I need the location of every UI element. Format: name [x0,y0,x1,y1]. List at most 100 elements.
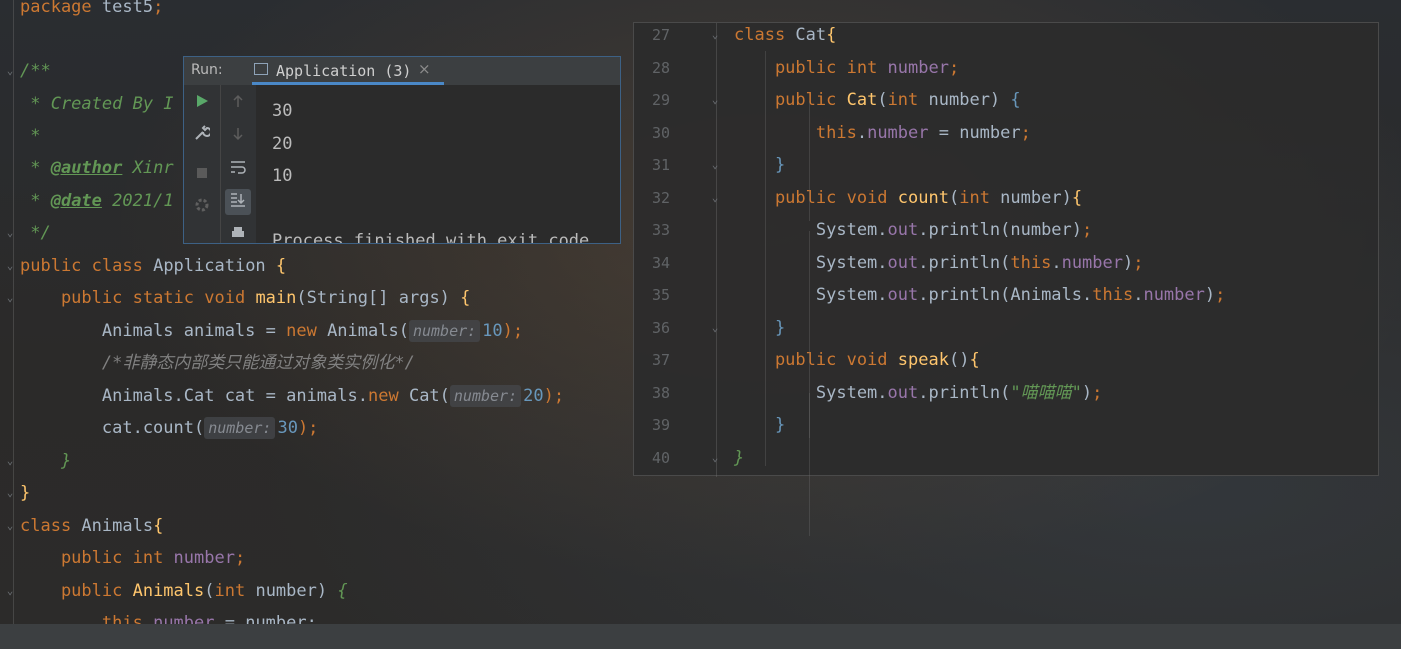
close-tab-icon[interactable]: × [418,60,431,78]
console-output[interactable]: 30 20 10 Process finished with exit code [272,95,589,243]
code-token: @date [50,191,102,211]
code-token: number [173,548,235,568]
code-token: int [887,90,929,110]
code-token: } [734,415,786,435]
code-token: number) [928,90,1011,110]
line-number: 34 [651,254,670,272]
code-token: = number [928,123,1021,143]
code-line[interactable]: class Animals{ [20,510,163,542]
peek-code-line[interactable]: this.number = number; [734,117,1031,150]
code-line[interactable]: /** [20,55,51,87]
run-header: Run: Application (3) × [184,57,620,85]
code-token: * Created By I [20,94,174,114]
code-line[interactable]: } [20,445,71,477]
peek-code-line[interactable]: } [734,149,785,182]
code-line[interactable]: Animals.Cat cat = animals.new Cat(number… [20,380,564,412]
peek-code-line[interactable]: public void speak(){ [734,344,980,377]
fold-marker-icon[interactable]: ⌄ [708,149,722,182]
peek-code-line[interactable]: } [734,442,744,475]
code-token: public [20,256,92,276]
code-line[interactable]: */ [20,217,50,249]
fold-marker-icon[interactable]: ⌄ [4,487,16,499]
status-bar [0,624,1401,649]
code-line[interactable]: cat.count(number: 30); [20,412,318,444]
line-number: 29 [651,91,670,109]
code-line[interactable]: * Created By I [20,88,174,120]
line-number: 39 [651,416,670,434]
peek-code-line[interactable]: } [734,409,785,442]
peek-code-line[interactable]: System.out.println(number); [734,214,1092,247]
fold-marker-icon[interactable]: ⌄ [4,585,16,597]
run-tool-window[interactable]: Run: Application (3) × 30 20 10 Process … [183,56,621,244]
fold-marker-icon[interactable]: ⌄ [4,292,16,304]
scroll-up-button[interactable] [225,90,251,116]
soft-wrap-button[interactable] [225,157,251,183]
code-token: 20 [523,386,544,406]
line-number: 31 [651,156,670,174]
code-line[interactable]: public static void main(String[] args) { [20,282,470,314]
scroll-down-button[interactable] [225,123,251,149]
code-token: main [255,288,297,308]
code-line[interactable]: * @date 2021/1 [20,185,173,217]
fold-marker-icon[interactable]: ⌄ [708,442,722,475]
peek-code-line[interactable]: public void count(int number){ [734,182,1082,215]
code-line[interactable]: public Animals(int number) { [20,575,348,607]
fold-marker-icon[interactable]: ⌄ [708,84,722,117]
code-line[interactable]: * [20,120,40,152]
fold-marker-icon[interactable]: ⌄ [708,19,722,52]
peek-code-line[interactable]: System.out.println(Animals.this.number); [734,279,1226,312]
peek-code-line[interactable]: System.out.println("喵喵喵"); [734,377,1102,410]
code-line[interactable]: } [20,477,30,509]
code-token: Animals [81,516,154,536]
fold-marker-icon[interactable]: ⌄ [4,520,16,532]
code-token: System. [734,253,888,273]
code-token: { [460,288,471,308]
peek-code-line[interactable]: public Cat(int number) { [734,84,1021,117]
printer-icon [232,227,244,237]
indent-guide [809,231,810,536]
print-button[interactable] [225,223,251,243]
peek-code-line[interactable]: System.out.println(this.number); [734,247,1144,280]
code-token: ; [1092,383,1103,403]
code-line[interactable]: package test5; [20,0,163,23]
fold-marker-icon[interactable]: ⌄ [708,312,722,345]
code-token: ; [1215,285,1226,305]
code-line[interactable]: public int number; [20,542,245,574]
indent-guide [765,51,766,466]
code-token: number [887,58,949,78]
scroll-to-end-button[interactable] [225,189,251,215]
code-line[interactable]: Animals animals = new Animals(number: 10)… [20,315,523,347]
stop-icon [197,168,207,178]
code-token: class [20,516,82,536]
code-token: number) [1000,188,1072,208]
code-token: "喵喵喵" [1010,383,1082,403]
tab-application[interactable]: Application (3) × [252,57,444,85]
code-token: Animals.Cat cat = animals. [20,386,368,406]
code-line[interactable]: public class Application { [20,250,286,282]
fold-marker-icon[interactable]: ⌄ [4,260,16,272]
fold-marker-icon[interactable]: ⌄ [4,455,16,467]
stop-button[interactable] [189,161,215,187]
code-line[interactable]: * @author Xinr [20,152,173,184]
code-line[interactable]: /*非静态内部类只能通过对象类实例化*/ [20,347,415,379]
code-token: number [867,123,929,143]
rerun-button[interactable] [189,90,215,116]
peek-code-line[interactable]: class Cat{ [734,19,836,52]
code-token: out [887,220,919,240]
edit-config-button[interactable] [189,123,215,149]
code-token: .println( [918,383,1011,403]
code-token: ( [877,90,888,110]
fold-marker-icon[interactable]: ⌄ [708,182,722,215]
fold-marker-icon[interactable]: ⌄ [4,65,16,77]
quick-definition-popup[interactable]: 27 ⌄ 28 29 ⌄ 30 31 ⌄ 32 ⌄ 33 34 35 36 ⌄ 37 38 39 40 ⌄ class … [633,19,1379,536]
fold-marker-icon[interactable]: ⌄ [4,227,16,239]
code-token: new [368,386,409,406]
code-token: . [1133,285,1144,305]
code-token: int [214,581,256,601]
code-token: Animals [132,581,205,601]
indent-guide [809,393,810,438]
peek-code-line[interactable]: } [734,312,785,345]
pin-tab-button[interactable] [189,195,215,221]
run-title: Run: [191,62,223,78]
peek-code-line[interactable]: public int number; [734,52,959,85]
